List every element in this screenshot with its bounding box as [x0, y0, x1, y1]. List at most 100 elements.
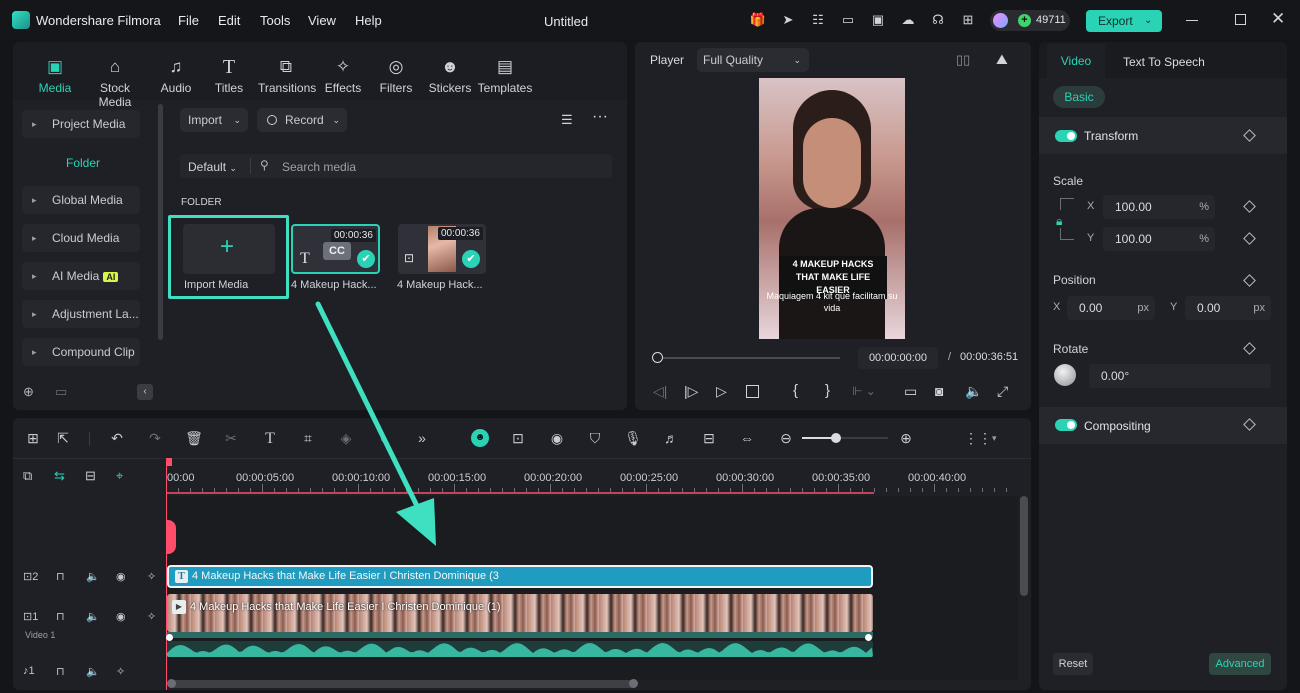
timeline-horizontal-scrollbar[interactable]	[170, 680, 636, 688]
speaker-icon[interactable]: 🔈	[86, 665, 100, 678]
basic-tab[interactable]: Basic	[1053, 86, 1105, 108]
send-icon[interactable]: ➤	[778, 10, 798, 30]
select-tool-icon[interactable]: ⇱	[54, 430, 72, 447]
chevron-down-icon[interactable]: ▾	[992, 433, 997, 444]
add-track-icon[interactable]: ⧉	[23, 468, 32, 484]
display-icon[interactable]: ▭	[904, 383, 917, 400]
lock-icon[interactable]: ⊓	[56, 610, 65, 623]
close-icon[interactable]: ✕	[1271, 9, 1285, 29]
cloud-icon[interactable]: ☁	[898, 10, 918, 30]
snapshot-icon[interactable]: ◙	[935, 383, 943, 399]
sidebar-item-cloud-media[interactable]: Cloud Media	[22, 224, 140, 252]
volume-icon[interactable]: 🔈	[965, 383, 982, 400]
link-icon[interactable]: ⇆	[54, 468, 65, 484]
clip-handle-right[interactable]	[865, 634, 872, 641]
step-play-icon[interactable]: |▷	[684, 383, 698, 400]
eye-icon[interactable]: ◉	[116, 570, 126, 583]
scale-y-input[interactable]: 100.00%	[1103, 227, 1215, 251]
position-y-input[interactable]: 0.00 px	[1185, 296, 1271, 320]
filter-icon[interactable]: ☰	[561, 112, 573, 128]
grid-view-icon[interactable]: ▯▯	[956, 52, 970, 68]
folder-icon[interactable]: ▭	[55, 384, 67, 400]
collapse-sidebar-icon[interactable]: ‹	[137, 384, 153, 400]
menu-view[interactable]: View	[308, 13, 336, 28]
mark-in-icon[interactable]: {	[793, 382, 798, 399]
tab-effects[interactable]: ✧ Effects	[315, 56, 371, 95]
layout-grid-icon[interactable]: ⊞	[24, 430, 42, 447]
layout-icon[interactable]: ▭	[838, 10, 858, 30]
fit-icon[interactable]: ⇔	[738, 430, 756, 446]
ai-track-icon[interactable]: ✧	[116, 665, 125, 678]
audio-waveform[interactable]	[167, 641, 873, 657]
menu-edit[interactable]: Edit	[218, 13, 240, 28]
zoom-slider-knob[interactable]	[831, 433, 841, 443]
tab-text-to-speech[interactable]: Text To Speech	[1123, 55, 1205, 69]
headset-icon[interactable]: ☊	[928, 10, 948, 30]
ai-edit-icon[interactable]: ◉	[548, 430, 566, 447]
minimize-icon[interactable]	[1186, 20, 1198, 21]
fullscreen-icon[interactable]: ⤢	[997, 383, 1008, 400]
more-icon[interactable]: ···	[592, 108, 608, 126]
work-area-bar[interactable]	[166, 492, 874, 494]
zoom-in-icon[interactable]: ⊕	[897, 430, 915, 447]
menu-help[interactable]: Help	[355, 13, 382, 28]
cut-icon[interactable]: ✂	[222, 430, 240, 447]
rotate-dial[interactable]	[1054, 364, 1076, 386]
player-progress-knob[interactable]	[652, 352, 663, 363]
tab-audio[interactable]: ♫ Audio	[148, 56, 204, 95]
clip-handle-left[interactable]	[166, 634, 173, 641]
ai-track-icon[interactable]: ✧	[147, 610, 156, 623]
sidebar-item-global-media[interactable]: Global Media	[22, 186, 140, 214]
tab-filters[interactable]: ◎ Filters	[368, 56, 424, 95]
shield-icon[interactable]: ⛉	[586, 430, 604, 447]
menu-tools[interactable]: Tools	[260, 13, 290, 28]
sidebar-item-project-media[interactable]: Project Media	[22, 110, 140, 138]
rotate-input[interactable]: 0.00°	[1089, 364, 1271, 388]
sidebar-folder[interactable]: Folder	[66, 156, 100, 170]
sidebar-item-ai-media[interactable]: AI MediaAI	[22, 262, 140, 290]
sidebar-item-adjustment-layer[interactable]: Adjustment La...	[22, 300, 140, 328]
image-icon[interactable]: ⛰	[996, 51, 1008, 68]
auto-reframe-icon[interactable]: ⊡	[509, 430, 527, 447]
stop-icon[interactable]	[746, 385, 759, 398]
tab-stock-media[interactable]: ⌂ Stock Media	[82, 56, 148, 109]
gift-icon[interactable]: 🎁	[748, 10, 768, 30]
mark-out-icon[interactable]: }	[825, 382, 830, 399]
playhead-handle[interactable]	[166, 458, 172, 466]
speaker-icon[interactable]: 🔈	[86, 570, 100, 583]
record-dropdown[interactable]: Record ⌄	[257, 108, 347, 132]
lock-icon[interactable]: 🔒︎	[1056, 214, 1062, 229]
tab-titles[interactable]: T Titles	[201, 56, 257, 95]
sidebar-item-compound-clip[interactable]: Compound Clip	[22, 338, 140, 366]
microphone-icon[interactable]: 🎙︎	[624, 430, 642, 447]
video-preview[interactable]: 4 MAKEUP HACKS THAT MAKE LIFE EASIER Maq…	[759, 78, 905, 339]
delete-icon[interactable]: 🗑︎	[185, 430, 203, 447]
marker-icon[interactable]: ⊩ ⌄	[852, 384, 876, 398]
scene-icon[interactable]: ⊟	[700, 430, 718, 447]
search-input[interactable]: Search media	[282, 160, 356, 174]
sidebar-scrollbar[interactable]	[158, 104, 163, 340]
video-clip[interactable]: ▶ 4 Makeup Hacks that Make Life Easier I…	[167, 594, 873, 632]
player-progress-track[interactable]	[657, 357, 840, 359]
media-thumbnail-video[interactable]: ⊡ 00:00:36 ✔	[398, 224, 486, 274]
ai-track-icon[interactable]: ✧	[147, 570, 156, 583]
tab-video[interactable]: Video	[1047, 44, 1105, 78]
ai-assistant-icon[interactable]: ☻	[471, 429, 489, 447]
compositing-toggle[interactable]	[1055, 419, 1077, 431]
time-ruler[interactable]: 00:00 00:00:05:00 00:00:10:00 00:00:15:00 00…	[166, 462, 1018, 494]
current-time[interactable]: 00:00:00:00	[858, 347, 938, 369]
snap-icon[interactable]: ⌖	[116, 468, 123, 484]
tab-transitions[interactable]: ⧉ Transitions	[258, 56, 316, 95]
caption-clip[interactable]: T 4 Makeup Hacks that Make Life Easier I…	[167, 565, 873, 588]
new-folder-icon[interactable]: ⊕	[23, 384, 34, 400]
tab-media[interactable]: ▣ Media	[27, 56, 83, 95]
media-thumbnail-caption[interactable]: T CC 00:00:36 ✔	[291, 224, 380, 274]
menu-file[interactable]: File	[178, 13, 199, 28]
timeline-vertical-scrollbar[interactable]	[1020, 496, 1028, 596]
lock-icon[interactable]: ⊓	[56, 570, 65, 583]
tab-templates[interactable]: ▤ Templates	[477, 56, 533, 95]
transform-toggle[interactable]	[1055, 130, 1077, 142]
zoom-out-icon[interactable]: ⊖	[777, 430, 795, 447]
import-media-tile[interactable]: +	[183, 224, 275, 274]
sort-dropdown[interactable]: Default ⌄	[188, 160, 237, 174]
